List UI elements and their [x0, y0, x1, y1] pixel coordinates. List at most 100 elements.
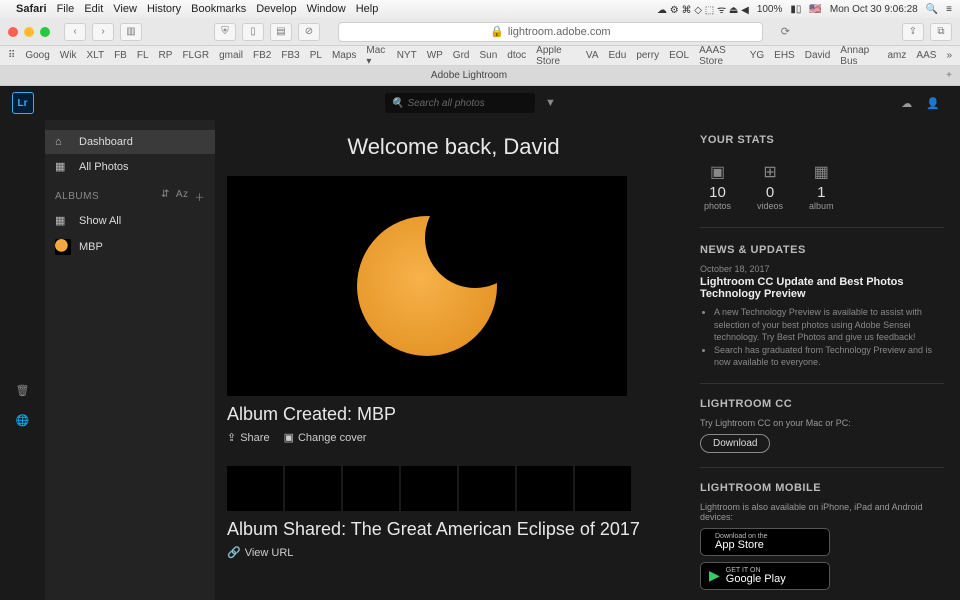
- back-button[interactable]: ‹: [64, 23, 86, 41]
- thumb[interactable]: [285, 466, 341, 511]
- bm[interactable]: YG: [750, 50, 764, 61]
- download-button[interactable]: Download: [700, 434, 770, 453]
- bm[interactable]: Sun: [479, 50, 497, 61]
- sidebar-button[interactable]: ▥: [120, 23, 142, 41]
- toolbar-btn-2[interactable]: ▯: [242, 23, 264, 41]
- thumb[interactable]: [401, 466, 457, 511]
- trash-icon[interactable]: 🗑: [13, 380, 33, 400]
- menu-history[interactable]: History: [147, 3, 181, 15]
- globe-icon[interactable]: 🌐: [13, 410, 33, 430]
- menu-develop[interactable]: Develop: [256, 3, 296, 15]
- video-icon: ⊞: [757, 162, 783, 182]
- toolbar-btn-1[interactable]: ⛨: [214, 23, 236, 41]
- app-name[interactable]: Safari: [16, 3, 47, 15]
- menu-file[interactable]: File: [57, 3, 75, 15]
- news-bullet: Search has graduated from Technology Pre…: [714, 344, 944, 369]
- bm[interactable]: David: [805, 50, 831, 61]
- toolbar-btn-3[interactable]: ▤: [270, 23, 292, 41]
- bm[interactable]: WP: [427, 50, 443, 61]
- add-album-icon[interactable]: ＋: [195, 189, 206, 204]
- bm[interactable]: AAS: [916, 50, 936, 61]
- bm[interactable]: amz: [888, 50, 907, 61]
- bm[interactable]: FB: [114, 50, 127, 61]
- google-play-button[interactable]: ▶ GET IT ONGoogle Play: [700, 562, 830, 590]
- change-cover-button[interactable]: ▣Change cover: [284, 431, 367, 444]
- bm[interactable]: EHS: [774, 50, 795, 61]
- tab-lightroom[interactable]: Adobe Lightroom: [0, 67, 938, 84]
- spotlight-icon[interactable]: 🔍: [926, 4, 938, 15]
- bm[interactable]: Edu: [609, 50, 627, 61]
- bm[interactable]: Maps: [332, 50, 356, 61]
- input-flag[interactable]: 🇺🇸: [809, 4, 821, 15]
- profile-icon[interactable]: 👤: [926, 97, 940, 110]
- view-url-button[interactable]: 🔗View URL: [227, 546, 293, 559]
- tabs-button[interactable]: ⧉: [930, 23, 952, 41]
- search-input[interactable]: 🔍 Search all photos: [385, 93, 535, 113]
- app-store-button[interactable]: Download on theApp Store: [700, 528, 830, 556]
- sidebar-label: MBP: [79, 241, 103, 253]
- thumb[interactable]: [343, 466, 399, 511]
- lightroom-logo[interactable]: Lr: [0, 92, 45, 114]
- toolbar-btn-4[interactable]: ⊘: [298, 23, 320, 41]
- album-hero-image[interactable]: [227, 176, 627, 396]
- bm[interactable]: Annap Bus: [840, 46, 877, 66]
- show-bookmarks-icon[interactable]: ⠿: [8, 50, 15, 61]
- thumb[interactable]: [517, 466, 573, 511]
- mobile-header: LIGHTROOM MOBILE: [700, 482, 944, 494]
- bm[interactable]: Mac ▾: [366, 46, 386, 66]
- minimize-window-button[interactable]: [24, 27, 34, 37]
- menu-window[interactable]: Window: [307, 3, 346, 15]
- menu-help[interactable]: Help: [356, 3, 379, 15]
- cc-desc: Try Lightroom CC on your Mac or PC:: [700, 418, 944, 428]
- new-tab-button[interactable]: +: [938, 70, 960, 81]
- thumb[interactable]: [459, 466, 515, 511]
- photos-icon: ▦: [55, 160, 71, 173]
- bm[interactable]: gmail: [219, 50, 243, 61]
- macos-menubar: Safari File Edit View History Bookmarks …: [0, 0, 960, 18]
- thumb[interactable]: [575, 466, 631, 511]
- filter-icon[interactable]: ▼: [545, 97, 556, 109]
- news-date: October 18, 2017: [700, 264, 944, 274]
- az-icon[interactable]: Aᴢ: [176, 189, 189, 204]
- share-button[interactable]: ⇪Share: [227, 431, 270, 444]
- notifications-icon[interactable]: ≡: [946, 4, 952, 15]
- bm[interactable]: FL: [137, 50, 149, 61]
- left-rail: 🗑 🌐: [0, 86, 45, 600]
- bm[interactable]: PL: [310, 50, 322, 61]
- close-window-button[interactable]: [8, 27, 18, 37]
- bm[interactable]: dtoc: [507, 50, 526, 61]
- share-button[interactable]: ⇪: [902, 23, 924, 41]
- bookmarks-overflow[interactable]: »: [946, 50, 952, 61]
- forward-button[interactable]: ›: [92, 23, 114, 41]
- albums-header: ALBUMS ⇵ Aᴢ ＋: [45, 179, 215, 208]
- bm[interactable]: Grd: [453, 50, 470, 61]
- sort-icon[interactable]: ⇵: [161, 189, 170, 204]
- menu-edit[interactable]: Edit: [84, 3, 103, 15]
- bm[interactable]: Apple Store: [536, 46, 576, 66]
- menu-bookmarks[interactable]: Bookmarks: [191, 3, 246, 15]
- news-headline[interactable]: Lightroom CC Update and Best Photos Tech…: [700, 276, 944, 300]
- menu-view[interactable]: View: [113, 3, 137, 15]
- address-bar[interactable]: 🔒 lightroom.adobe.com: [338, 22, 763, 42]
- sidebar-item-show-all[interactable]: ▦ Show All: [45, 208, 215, 233]
- sidebar-item-album-mbp[interactable]: MBP: [45, 233, 215, 261]
- thumb[interactable]: [227, 466, 283, 511]
- reload-icon[interactable]: ⟳: [781, 25, 790, 38]
- bm[interactable]: NYT: [397, 50, 417, 61]
- bm[interactable]: XLT: [86, 50, 104, 61]
- sidebar-item-all-photos[interactable]: ▦ All Photos: [45, 154, 215, 179]
- cloud-icon[interactable]: ☁: [901, 97, 912, 110]
- bm[interactable]: FB3: [281, 50, 299, 61]
- bm[interactable]: FB2: [253, 50, 271, 61]
- bm[interactable]: Goog: [25, 50, 49, 61]
- link-icon: 🔗: [227, 546, 241, 559]
- bm[interactable]: VA: [586, 50, 599, 61]
- zoom-window-button[interactable]: [40, 27, 50, 37]
- sidebar-item-dashboard[interactable]: ⌂ Dashboard: [45, 130, 215, 154]
- bm[interactable]: RP: [159, 50, 173, 61]
- bm[interactable]: EOL: [669, 50, 689, 61]
- bm[interactable]: AAAS Store: [699, 46, 740, 66]
- bm[interactable]: FLGR: [182, 50, 209, 61]
- bm[interactable]: Wik: [60, 50, 77, 61]
- bm[interactable]: perry: [636, 50, 659, 61]
